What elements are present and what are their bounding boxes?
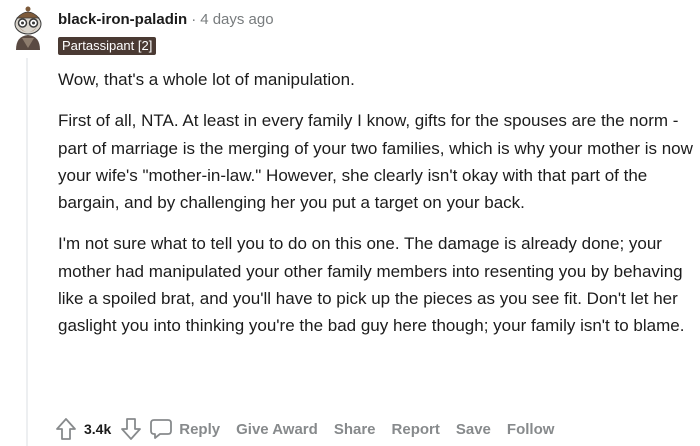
give-award-button[interactable]: Give Award [236,421,318,438]
report-button[interactable]: Report [392,421,440,438]
user-avatar[interactable] [8,4,48,52]
downvote-arrow-icon [121,418,142,440]
comment: black-iron-paladin · 4 days ago Partassipa… [0,0,700,446]
snoo-avatar-icon [14,6,42,50]
comment-paragraph: I'm not sure what to tell you to do on t… [58,234,685,336]
comment-body: Wow, that's a whole lot of manipulation.… [58,66,694,354]
thread-line[interactable] [26,58,28,446]
comment-paragraph: First of all, NTA. At least in every fam… [58,111,693,213]
comment-actions: 3.4k Reply Give Award Share Report Save … [52,414,554,444]
username[interactable]: black-iron-paladin [58,11,187,28]
save-button[interactable]: Save [456,421,491,438]
follow-button[interactable]: Follow [507,421,555,438]
comment-paragraph: Wow, that's a whole lot of manipulation. [58,70,355,89]
separator-dot: · [191,11,197,28]
reply-label: Reply [179,420,221,438]
user-flair: Partassipant [2] [58,37,157,55]
reply-button[interactable]: Reply [149,418,220,440]
vote-score: 3.4k [84,421,112,437]
upvote-arrow-icon [56,418,76,440]
timestamp[interactable]: 4 days ago [200,11,273,28]
upvote-button[interactable] [52,415,80,443]
downvote-button[interactable] [117,415,145,443]
comment-bubble-icon [150,419,173,439]
share-button[interactable]: Share [334,421,376,438]
comment-header: black-iron-paladin · 4 days ago [58,10,274,30]
